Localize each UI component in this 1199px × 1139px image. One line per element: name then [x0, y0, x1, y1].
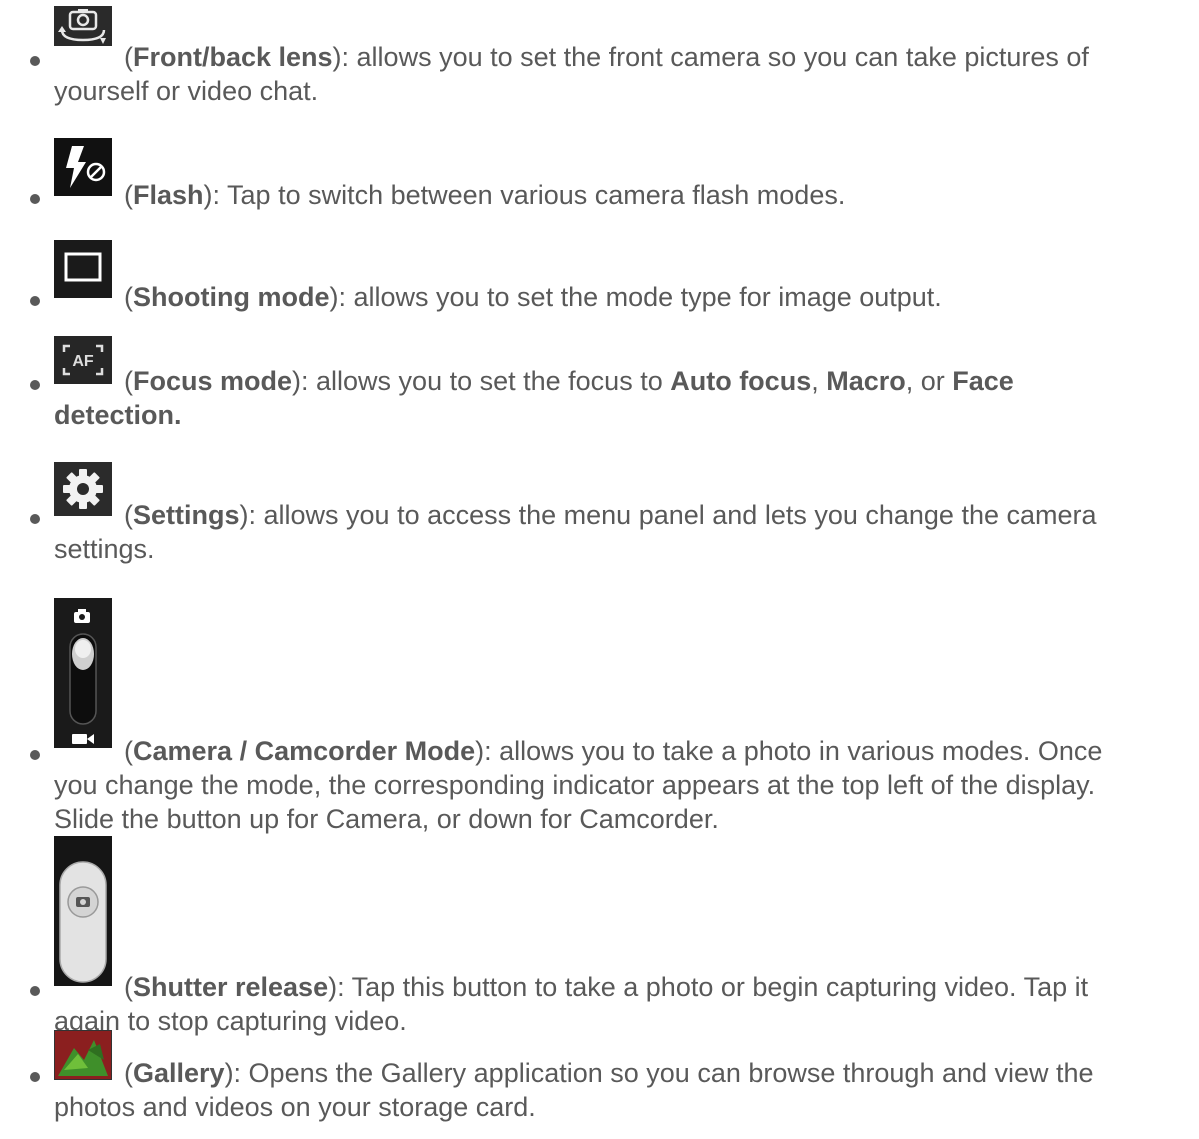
item-text: (Gallery): Opens the Gallery application… — [54, 1058, 1094, 1122]
list-item-shooting-mode: (Shooting mode): allows you to set the m… — [30, 240, 1195, 312]
item-name: Shutter release — [133, 972, 329, 1002]
item-name: Settings — [133, 500, 240, 530]
shutter-release-icon — [54, 836, 112, 986]
list-item-camera-camcorder-mode: (Camera / Camcorder Mode): allows you to… — [30, 598, 1195, 834]
camera-camcorder-switch-icon — [54, 598, 112, 748]
bullet — [30, 56, 40, 66]
bullet — [30, 380, 40, 390]
item-name: Front/back lens — [133, 42, 333, 72]
bullet — [30, 986, 40, 996]
bullet — [30, 296, 40, 306]
item-name: Gallery — [133, 1058, 225, 1088]
item-text: (Shutter release): Tap this button to ta… — [54, 972, 1089, 1036]
item-name: Focus mode — [133, 366, 293, 396]
bullet — [30, 1072, 40, 1082]
item-name: Flash — [133, 180, 204, 210]
item-text: (Settings): allows you to access the men… — [54, 500, 1097, 564]
item-text: (Flash): Tap to switch between various c… — [124, 180, 846, 210]
item-text: (Shooting mode): allows you to set the m… — [124, 282, 942, 312]
item-text: (Camera / Camcorder Mode): allows you to… — [54, 736, 1103, 834]
list-item-gallery: (Gallery): Opens the Gallery application… — [30, 1030, 1195, 1139]
item-name: Camera / Camcorder Mode — [133, 736, 476, 766]
item-text: (Focus mode): allows you to set the focu… — [54, 366, 1014, 430]
item-text: (Front/back lens): allows you to set the… — [54, 42, 1089, 106]
list-item-settings: (Settings): allows you to access the men… — [30, 462, 1195, 572]
list-item-shutter-release: (Shutter release): Tap this button to ta… — [30, 836, 1195, 1036]
list-item-front-back-lens: (Front/back lens): allows you to set the… — [30, 0, 1195, 110]
item-name: Shooting mode — [133, 282, 330, 312]
bullet — [30, 750, 40, 760]
bullet — [30, 514, 40, 524]
list-item-flash: (Flash): Tap to switch between various c… — [30, 138, 1195, 210]
list-item-focus-mode: AF (Focus mode): allows you to set the f… — [30, 336, 1195, 436]
bullet — [30, 194, 40, 204]
